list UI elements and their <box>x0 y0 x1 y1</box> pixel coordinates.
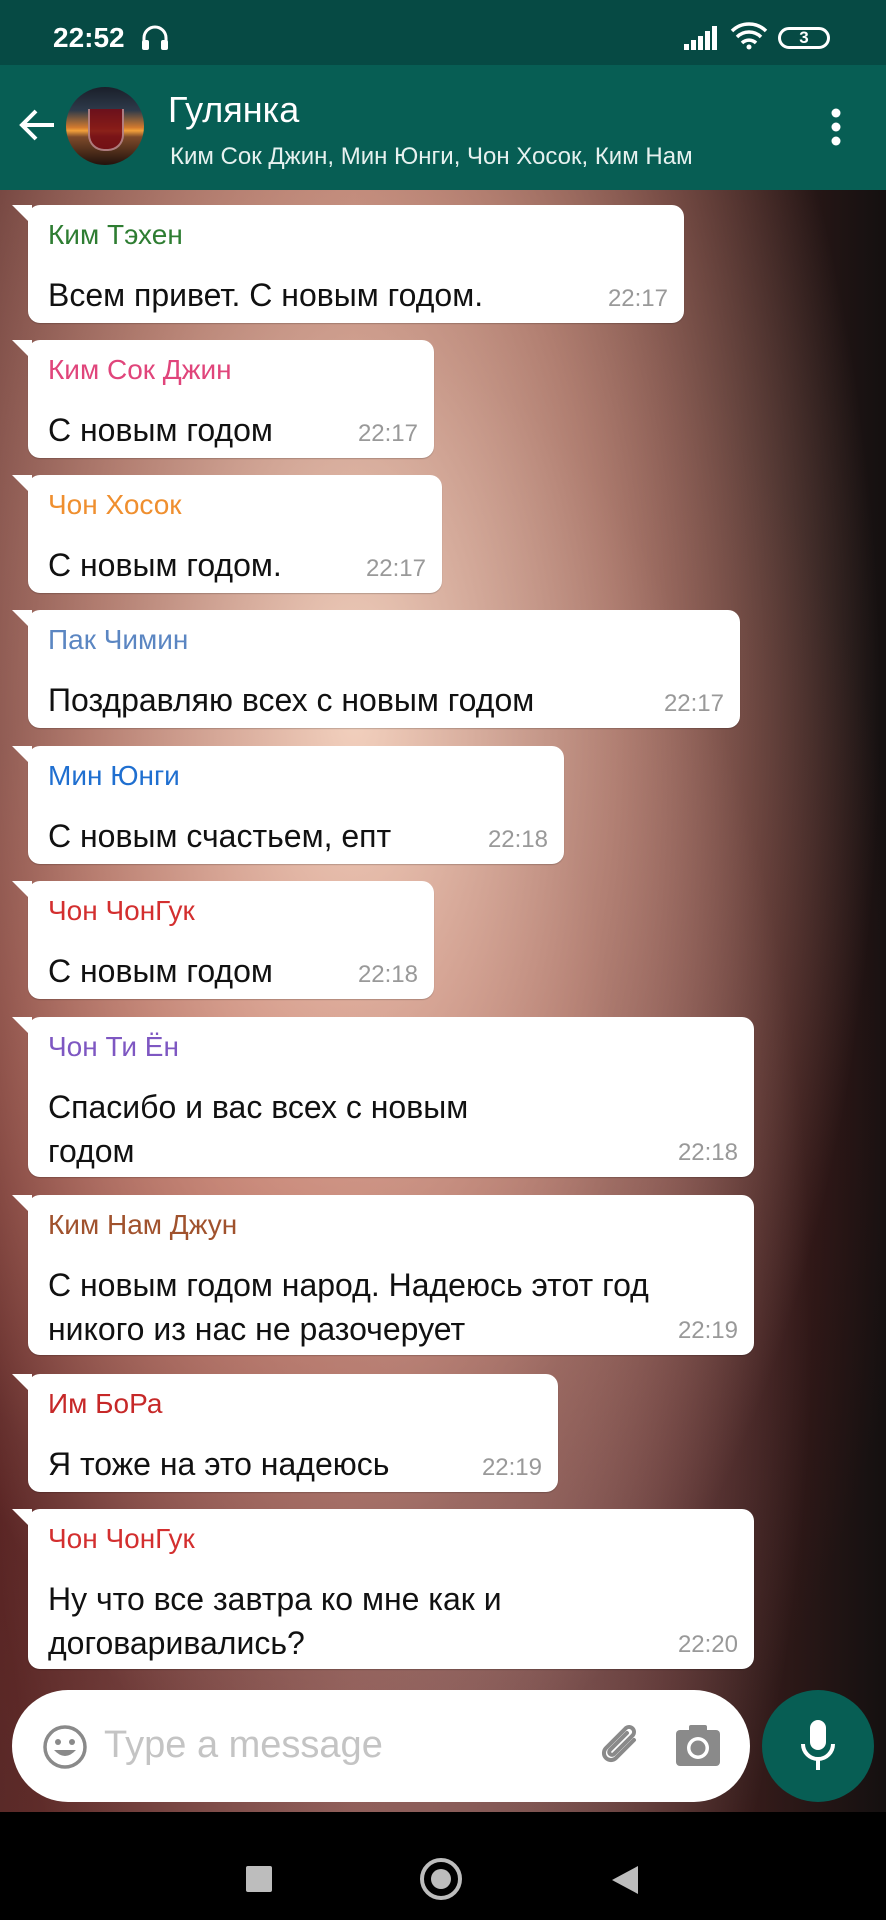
message-bubble[interactable]: Ким Нам Джун С новым годом народ. Надеюс… <box>12 1195 754 1355</box>
message-time: 22:18 <box>487 826 548 853</box>
message-text: С новым годом. <box>48 547 282 583</box>
back-triangle-icon[interactable] <box>610 1864 640 1901</box>
more-options-icon[interactable] <box>826 107 846 152</box>
message-text: Всем привет. С новым годом. <box>48 277 484 313</box>
camera-icon[interactable] <box>674 1724 722 1773</box>
message-sender: Чон ЧонГук <box>48 895 195 926</box>
message-time: 22:17 <box>607 285 668 312</box>
message-text: Спасибо и вас всех с новым годом <box>48 1085 468 1173</box>
message-line: С новым годом народ. Надеюсь этот год <box>48 1267 649 1303</box>
message-bubble[interactable]: Мин Юнги С новым счастьем, епт 22:18 <box>12 746 564 864</box>
back-arrow-icon[interactable] <box>18 105 58 150</box>
message-sender: Ким Сок Джин <box>48 354 232 385</box>
message-time: 22:20 <box>677 1631 738 1658</box>
message-input[interactable]: Type a message <box>104 1724 383 1767</box>
message-time: 22:17 <box>357 420 418 447</box>
message-text: Ну что все завтра ко мне как и договарив… <box>48 1577 502 1665</box>
message-line: годом <box>48 1133 135 1169</box>
signal-icon <box>684 26 720 55</box>
message-sender: Им БоРа <box>48 1388 163 1419</box>
status-time: 22:52 <box>53 22 125 53</box>
message-sender: Ким Тэхен <box>48 219 183 250</box>
message-text: С новым годом <box>48 953 273 989</box>
message-time: 22:17 <box>365 555 426 582</box>
chat-title[interactable]: Гулянка <box>168 89 299 131</box>
message-bubble[interactable]: Ким Тэхен Всем привет. С новым годом. 22… <box>12 205 684 323</box>
chat-participants[interactable]: Ким Сок Джин, Мин Юнги, Чон Хосок, Ким Н… <box>168 143 766 171</box>
attach-clip-icon[interactable] <box>596 1720 648 1777</box>
message-line: договаривались? <box>48 1625 305 1661</box>
headset-icon <box>140 24 170 57</box>
system-nav-bar <box>0 1812 886 1920</box>
message-composer[interactable]: Type a message <box>12 1690 750 1802</box>
message-time: 22:19 <box>481 1454 542 1481</box>
wifi-icon <box>730 22 768 55</box>
message-bubble[interactable]: Чон Хосок С новым годом. 22:17 <box>12 475 442 593</box>
message-time: 22:17 <box>663 690 724 717</box>
mic-icon <box>801 1720 835 1770</box>
message-bubble[interactable]: Чон ЧонГук С новым годом 22:18 <box>12 881 434 999</box>
message-bubble[interactable]: Им БоРа Я тоже на это надеюсь 22:19 <box>12 1374 558 1492</box>
message-sender: Пак Чимин <box>48 624 189 655</box>
message-time: 22:18 <box>357 961 418 988</box>
message-bubble[interactable]: Пак Чимин Поздравляю всех с новым годом … <box>12 610 740 728</box>
message-bubble[interactable]: Ким Сок Джин С новым годом 22:17 <box>12 340 434 458</box>
message-sender: Чон Ти Ён <box>48 1031 179 1062</box>
message-bubble[interactable]: Чон Ти Ён Спасибо и вас всех с новым год… <box>12 1017 754 1177</box>
message-time: 22:19 <box>677 1317 738 1344</box>
message-text: С новым годом народ. Надеюсь этот год ни… <box>48 1263 649 1351</box>
message-text: С новым счастьем, епт <box>48 818 392 854</box>
home-circle-icon[interactable] <box>420 1858 462 1900</box>
message-bubble[interactable]: Чон ЧонГук Ну что все завтра ко мне как … <box>12 1509 754 1669</box>
mic-button[interactable] <box>762 1690 874 1802</box>
chat-header: Гулянка Ким Сок Джин, Мин Юнги, Чон Хосо… <box>0 65 886 190</box>
group-avatar[interactable] <box>66 87 144 165</box>
message-sender: Чон Хосок <box>48 489 182 520</box>
message-time: 22:18 <box>677 1139 738 1166</box>
status-bar: 22:52 3 <box>0 0 886 65</box>
message-sender: Мин Юнги <box>48 760 180 791</box>
message-sender: Ким Нам Джун <box>48 1209 238 1240</box>
message-text: С новым годом <box>48 412 273 448</box>
message-text: Я тоже на это надеюсь <box>48 1446 390 1482</box>
message-line: никого из нас не разочерует <box>48 1311 466 1347</box>
recents-square-icon[interactable] <box>246 1866 272 1892</box>
battery-icon: 3 <box>778 27 830 49</box>
message-line: Ну что все завтра ко мне как и <box>48 1581 502 1617</box>
message-line: Спасибо и вас всех с новым <box>48 1089 469 1125</box>
message-sender: Чон ЧонГук <box>48 1523 195 1554</box>
emoji-icon[interactable] <box>42 1724 88 1775</box>
message-text: Поздравляю всех с новым годом <box>48 682 535 718</box>
